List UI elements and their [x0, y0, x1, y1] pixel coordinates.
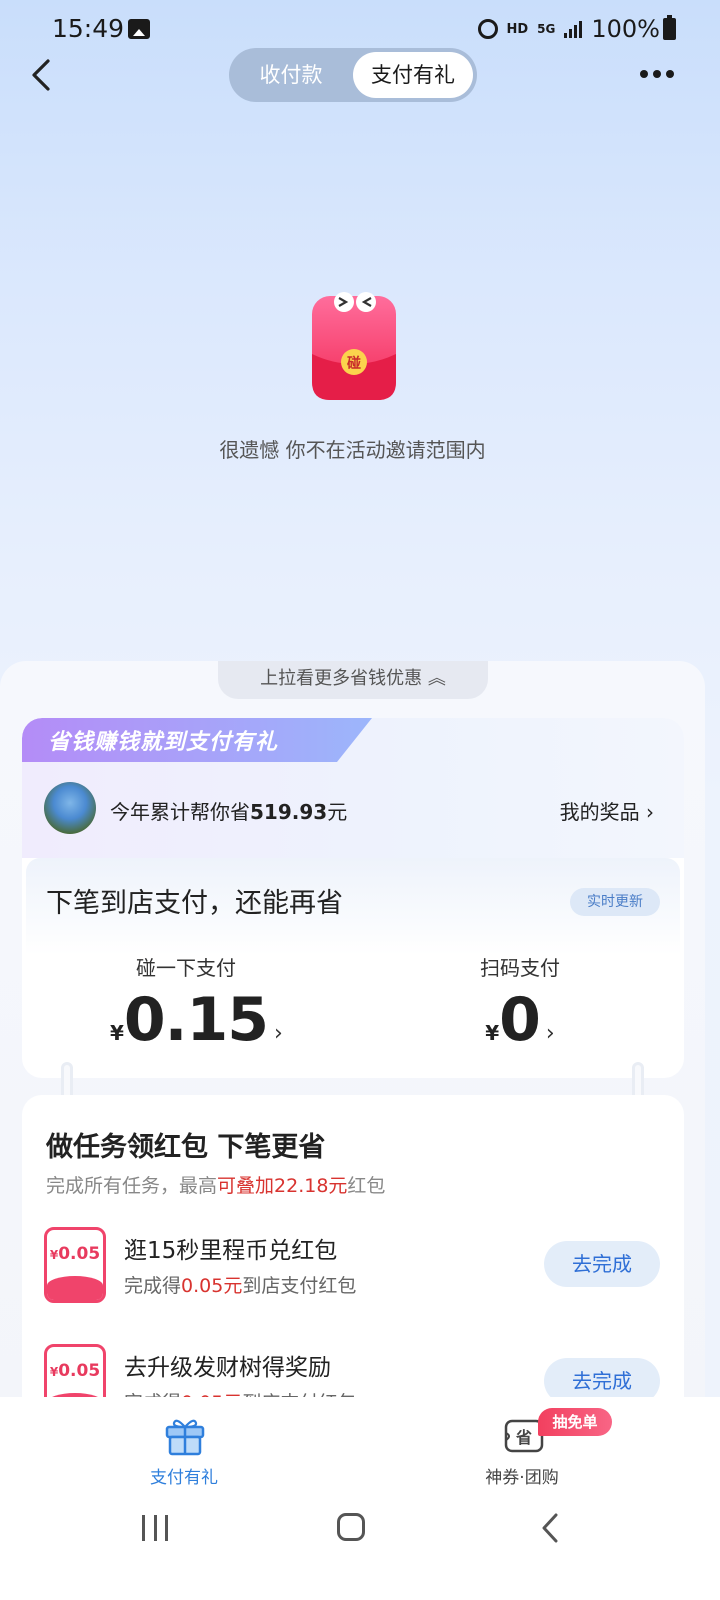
- ribbon-text: 省钱赚钱就到支付有礼: [48, 730, 279, 755]
- header-segmented-control: 收付款 支付有礼: [229, 48, 477, 102]
- complete-task-button[interactable]: 去完成: [544, 1241, 660, 1287]
- savings-card: 省钱赚钱就到支付有礼 今年累计帮你省519.93元 我的奖品 › 下笔到店支付，…: [22, 718, 684, 1078]
- alarm-icon: [477, 19, 498, 39]
- saved-suffix: 元: [327, 800, 348, 824]
- coupon-band: [47, 1276, 103, 1300]
- task-name: 去升级发财树得奖励: [124, 1355, 331, 1381]
- chevron-right-icon: ›: [545, 1021, 555, 1046]
- coupon-currency: ¥: [49, 1365, 59, 1379]
- back-icon[interactable]: [28, 58, 58, 92]
- avatar[interactable]: [44, 782, 96, 834]
- system-nav-bar: [0, 1495, 720, 1600]
- gift-icon: [165, 1419, 205, 1456]
- tab-label: 神券·团购: [485, 1468, 559, 1488]
- coupon-currency: ¥: [49, 1248, 59, 1262]
- tasks-subtitle: 完成所有任务，最高可叠加22.18元红包: [46, 1171, 385, 1198]
- next-payment-title: 下笔到店支付，还能再省: [46, 888, 343, 919]
- svg-text:省: 省: [515, 1428, 532, 1447]
- more-icon[interactable]: [640, 70, 674, 78]
- recent-apps-icon[interactable]: [142, 1515, 168, 1541]
- coupon-amount: 0.05: [58, 1244, 101, 1264]
- yearly-savings: 今年累计帮你省519.93元: [110, 796, 347, 825]
- coupon-value: ¥0.05: [47, 1361, 103, 1381]
- tap-pay-option[interactable]: 碰一下支付 ¥0.15 ›: [110, 952, 283, 1055]
- status-time: 15:49: [52, 14, 125, 43]
- hd-indicator: HD: [506, 21, 529, 37]
- coupon-value: ¥0.05: [47, 1244, 103, 1264]
- battery-icon: [663, 15, 676, 40]
- task-desc-highlight: 0.05元: [181, 1275, 243, 1297]
- task-desc-prefix: 完成得: [124, 1275, 182, 1297]
- currency-symbol: ¥: [110, 1021, 124, 1045]
- coupon-amount: 0.05: [58, 1361, 101, 1381]
- signal-icon: [564, 20, 583, 38]
- task-name: 逛15秒里程币兑红包: [124, 1238, 338, 1264]
- not-eligible-message: 很遗憾 你不在活动邀请范围内: [219, 438, 486, 462]
- battery-percent: 100%: [591, 15, 660, 43]
- tap-pay-label: 碰一下支付: [136, 956, 236, 980]
- tab-payment-rewards[interactable]: 支付有礼: [353, 52, 473, 98]
- saved-prefix: 今年累计帮你省: [110, 800, 250, 824]
- realtime-badge: 实时更新: [570, 888, 660, 916]
- tasks-subtitle-highlight: 可叠加22.18元: [217, 1175, 348, 1197]
- tap-pay-amount: ¥0.15 ›: [110, 985, 283, 1055]
- scan-pay-value: 0: [499, 985, 541, 1055]
- chevron-right-icon: ›: [273, 1021, 283, 1046]
- tab-label: 支付有礼: [150, 1468, 218, 1488]
- network-indicator: 5G: [537, 22, 556, 36]
- tasks-title: 做任务领红包 下笔更省: [46, 1132, 326, 1163]
- tasks-card: 做任务领红包 下笔更省 完成所有任务，最高可叠加22.18元红包 ¥0.05 逛…: [22, 1095, 684, 1425]
- image-notification-icon: [128, 19, 150, 39]
- pull-up-hint[interactable]: 上拉看更多省钱优惠 ︽: [218, 661, 488, 699]
- scan-pay-label: 扫码支付: [480, 956, 560, 980]
- task-desc-suffix: 到店支付红包: [242, 1275, 357, 1297]
- task-item: ¥0.05 逛15秒里程币兑红包 完成得0.05元到店支付红包 去完成: [22, 1227, 684, 1317]
- envelope-char: 碰: [347, 355, 361, 372]
- tab-payments[interactable]: 收付款: [229, 48, 353, 102]
- tab-payment-gift[interactable]: 支付有礼: [84, 1397, 284, 1495]
- red-envelope-mascot-icon: 碰: [312, 292, 396, 400]
- status-indicators: HD 5G 100%: [477, 14, 660, 44]
- tap-pay-value: 0.15: [123, 985, 269, 1055]
- scan-pay-option[interactable]: 扫码支付 ¥0 ›: [470, 952, 570, 1055]
- scan-pay-amount: ¥0 ›: [470, 985, 570, 1055]
- tasks-subtitle-suffix: 红包: [347, 1175, 386, 1197]
- coupon-icon: ¥0.05: [44, 1227, 106, 1303]
- home-icon[interactable]: [337, 1513, 365, 1541]
- bottom-tab-bar: 支付有礼 省 神券·团购: [0, 1397, 720, 1495]
- currency-symbol: ¥: [485, 1021, 500, 1045]
- system-back-icon[interactable]: [540, 1513, 560, 1543]
- my-prizes-link[interactable]: 我的奖品 ›: [560, 796, 654, 825]
- free-order-badge: 抽免单: [538, 1408, 612, 1436]
- task-desc: 完成得0.05元到店支付红包: [124, 1271, 356, 1298]
- saved-amount: 519.93: [250, 800, 328, 824]
- tasks-subtitle-prefix: 完成所有任务，最高: [46, 1175, 218, 1197]
